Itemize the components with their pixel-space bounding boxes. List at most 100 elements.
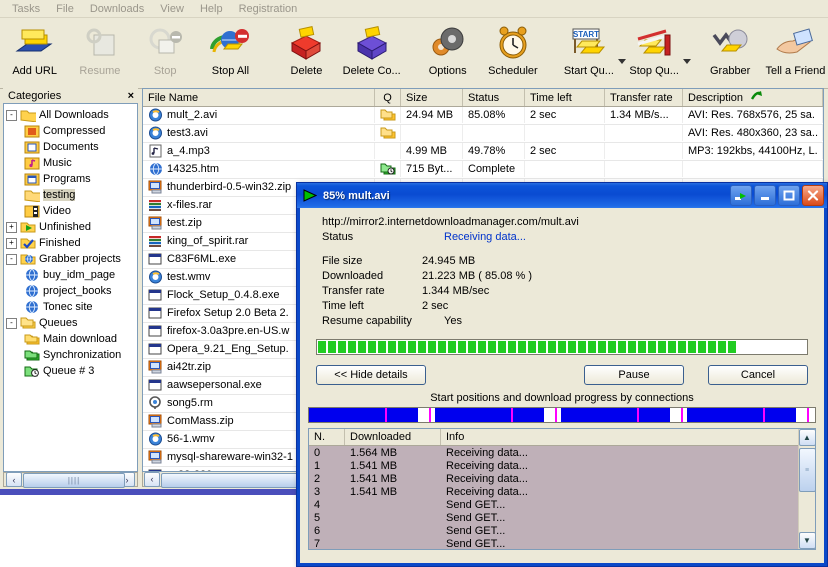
column-header-file-name[interactable]: File Name [143, 89, 375, 106]
category-item-documents[interactable]: Documents [4, 139, 137, 155]
toolbar-button-stop-qu[interactable]: Stop Qu... [622, 18, 691, 86]
category-item-buy-idm-page[interactable]: buy_idm_page [4, 267, 137, 283]
menu-item-help[interactable]: Help [192, 2, 231, 16]
category-item-main-download[interactable]: Main download [4, 331, 137, 347]
column-header-time-left[interactable]: Time left [525, 89, 605, 106]
column-header-q[interactable]: Q [375, 89, 401, 106]
category-item-testing[interactable]: testing [4, 187, 137, 203]
maximize-button[interactable] [778, 185, 800, 206]
list-item[interactable]: 4 Send GET... [309, 498, 798, 511]
toolbar-button-tell-a-friend[interactable]: Tell a Friend [763, 18, 828, 86]
toolbar-button-start-qu[interactable]: START Start Qu... [556, 18, 626, 86]
category-item-queues[interactable]: - Queues [4, 315, 137, 331]
column-header-status[interactable]: Status [463, 89, 525, 106]
cell-description: AVI: Res. 768x576, 25 sa. [683, 107, 823, 123]
category-label: Music [43, 157, 72, 169]
category-item-grabber-projects[interactable]: - Grabber projects [4, 251, 137, 267]
toolbar-button-options[interactable]: Options [415, 18, 480, 86]
category-item-compressed[interactable]: Compressed [4, 123, 137, 139]
table-row[interactable]: mult_2.avi 24.94 MB 85.08% 2 sec 1.34 MB/s..… [143, 107, 823, 125]
list-item[interactable]: 5 Send GET... [309, 511, 798, 524]
column-header-description[interactable]: Description [683, 89, 823, 106]
conn-column-header[interactable]: Downloaded [345, 429, 441, 445]
category-label: Synchronization [43, 349, 122, 361]
menu-item-view[interactable]: View [152, 2, 192, 16]
toolbar-button-add-url[interactable]: Add URL [2, 18, 67, 86]
table-row[interactable]: a_4.mp3 4.99 MB 49.78% 2 sec MP3: 192kbs, 44… [143, 143, 823, 161]
conn-column-header[interactable]: Info [441, 429, 798, 445]
menu-item-downloads[interactable]: Downloads [82, 2, 152, 16]
toolbar-button-label: Stop Qu... [629, 65, 679, 77]
chevron-down-icon[interactable] [682, 59, 691, 64]
toolbar-button-delete[interactable]: Delete [274, 18, 339, 86]
tree-expander[interactable]: - [6, 317, 17, 329]
stop-all-icon [208, 23, 252, 63]
hide-details-button[interactable]: << Hide details [316, 365, 426, 385]
toolbar-button-delete-co[interactable]: Delete Co... [339, 18, 404, 86]
scroll-left-icon[interactable]: ‹ [144, 471, 160, 487]
list-item[interactable]: 3 1.541 MB Receiving data... [309, 485, 798, 498]
minimize-to-tray-button[interactable] [730, 185, 752, 206]
connections-table[interactable]: N. Downloaded Info 0 1.564 MB Receiving data… [308, 428, 816, 550]
connections-table-rows[interactable]: 0 1.564 MB Receiving data... 1 1.541 MB Recei… [309, 446, 798, 549]
menu-item-file[interactable]: File [48, 2, 82, 16]
list-item[interactable]: 6 Send GET... [309, 524, 798, 537]
close-button[interactable] [802, 185, 824, 206]
scroll-thumb[interactable]: |||| [23, 473, 125, 488]
category-item-finished[interactable]: + Finished [4, 235, 137, 251]
scroll-down-icon[interactable]: ▼ [798, 532, 816, 549]
tree-expander[interactable]: - [6, 253, 17, 265]
category-item-music[interactable]: Music [4, 155, 137, 171]
tree-expander[interactable]: + [6, 237, 17, 249]
table-row[interactable]: test3.avi AVI: Res. 480x360, 23 sa.. [143, 125, 823, 143]
list-item[interactable]: 1 1.541 MB Receiving data... [309, 459, 798, 472]
toolbar-button-grabber[interactable]: Grabber [698, 18, 763, 86]
connection-segment [670, 408, 681, 422]
cancel-button[interactable]: Cancel [708, 365, 808, 385]
scroll-up-icon[interactable]: ▲ [798, 429, 816, 446]
progress-block [708, 341, 716, 353]
categories-tree[interactable]: - All Downloads Compressed Documents Music Pr… [3, 103, 138, 472]
toolbar-button-stop-all[interactable]: Stop All [198, 18, 263, 86]
field-row: Time left 2 sec [300, 299, 824, 314]
column-header-transfer-rate[interactable]: Transfer rate [605, 89, 683, 106]
dialog-title-bar[interactable]: 85% mult.avi [297, 183, 827, 208]
table-row[interactable]: 14325.htm 715 Byt... Complete [143, 161, 823, 179]
tree-expander[interactable]: - [6, 109, 17, 121]
category-item-synchronization[interactable]: Synchronization [4, 347, 137, 363]
downloads-header[interactable]: File Name Q Size Status Time left Transfer ra… [143, 89, 823, 107]
connections-table-header[interactable]: N. Downloaded Info [309, 429, 798, 446]
category-item-queue-3[interactable]: Queue # 3 [4, 363, 137, 379]
category-item-programs[interactable]: Programs [4, 171, 137, 187]
dialog-button-row: << Hide details Pause Cancel [316, 365, 808, 385]
menu-item-tasks[interactable]: Tasks [4, 2, 48, 16]
menu-item-registration[interactable]: Registration [231, 2, 306, 16]
category-item-project-books[interactable]: project_books [4, 283, 137, 299]
scroll-track[interactable]: |||| [23, 473, 125, 488]
conn-info: Receiving data... [446, 459, 528, 472]
connections-vscrollbar[interactable]: ▲ ≡ ▼ [798, 429, 816, 549]
close-categories-icon[interactable]: × [128, 90, 134, 102]
toolbar-button-label: Grabber [709, 65, 751, 77]
column-header-size[interactable]: Size [401, 89, 463, 106]
queue-yellow-icon [24, 332, 40, 346]
category-item-tonec-site[interactable]: Tonec site [4, 299, 137, 315]
list-item[interactable]: 0 1.564 MB Receiving data... [309, 446, 798, 459]
minimize-button[interactable] [754, 185, 776, 206]
list-item[interactable]: 7 Send GET... [309, 537, 798, 549]
category-item-unfinished[interactable]: + Unfinished [4, 219, 137, 235]
category-item-all-downloads[interactable]: - All Downloads [4, 107, 137, 123]
toolbar-button-label: Add URL [12, 65, 57, 77]
categories-hscrollbar[interactable]: ‹ |||| › [3, 472, 138, 488]
list-item[interactable]: 2 1.541 MB Receiving data... [309, 472, 798, 485]
scroll-left-icon[interactable]: ‹ [6, 472, 22, 487]
scroll-thumb[interactable]: ≡ [798, 448, 816, 492]
toolbar-button-resume[interactable]: Resume [67, 18, 132, 86]
toolbar-button-stop[interactable]: Stop [133, 18, 198, 86]
cell-queue [375, 143, 401, 159]
conn-column-header[interactable]: N. [309, 429, 345, 445]
toolbar-button-scheduler[interactable]: Scheduler [480, 18, 545, 86]
category-item-video[interactable]: Video [4, 203, 137, 219]
tree-expander[interactable]: + [6, 221, 17, 233]
pause-button[interactable]: Pause [584, 365, 684, 385]
